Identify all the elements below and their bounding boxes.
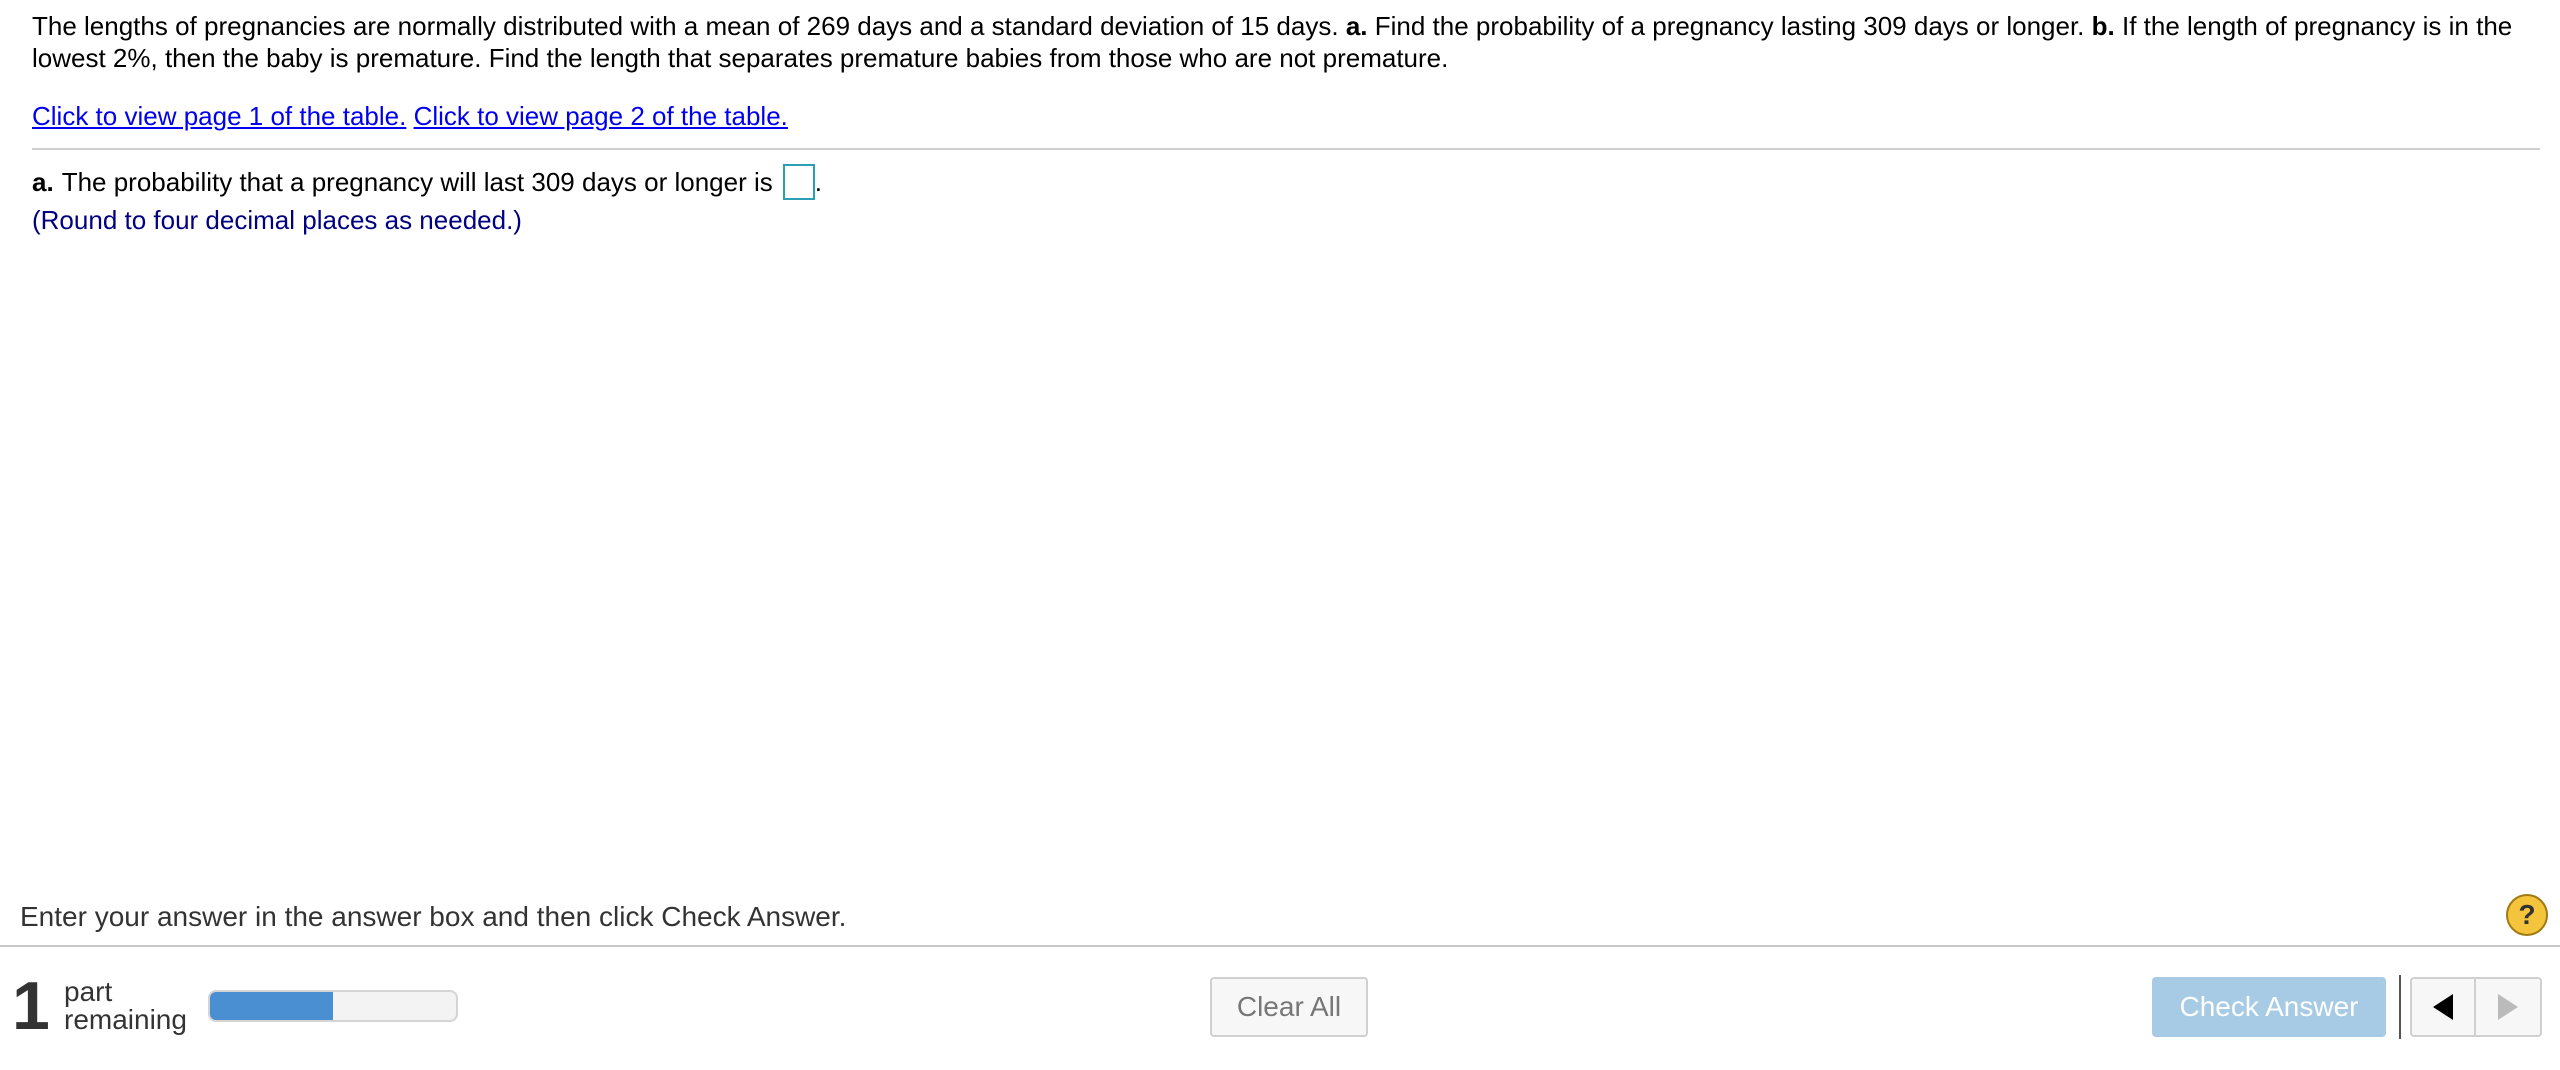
previous-button[interactable] [2410, 977, 2476, 1037]
triangle-right-icon [2498, 994, 2518, 1020]
part-a-period: . [814, 167, 822, 197]
rounding-note: (Round to four decimal places as needed.… [32, 205, 522, 235]
table-page-1-link[interactable]: Click to view page 1 of the table. [32, 101, 406, 131]
nav-separator [2399, 975, 2401, 1039]
question-divider [32, 148, 2540, 150]
next-button[interactable] [2476, 977, 2542, 1037]
progress-bar [208, 990, 458, 1022]
footer-divider [0, 945, 2560, 947]
triangle-left-icon [2433, 994, 2453, 1020]
question-label-a: a. [1345, 11, 1368, 41]
parts-remaining-word: remaining [64, 1004, 187, 1035]
table-page-2-link[interactable]: Click to view page 2 of the table. [414, 101, 788, 131]
parts-word: part [64, 976, 113, 1007]
instruction-text: Enter your answer in the answer box and … [20, 901, 847, 932]
help-question-icon[interactable]: ? [2506, 894, 2548, 936]
table-links: Click to view page 1 of the table. Click… [32, 100, 788, 132]
part-a-answer-line: a. The probability that a pregnancy will… [32, 164, 822, 200]
question-text: The lengths of pregnancies are normally … [32, 10, 2532, 74]
page: The lengths of pregnancies are normally … [0, 0, 2560, 1070]
parts-remaining-label: part remaining [64, 978, 187, 1034]
parts-remaining-count: 1 [12, 968, 50, 1044]
progress-bar-fill [210, 992, 333, 1020]
clear-all-button[interactable]: Clear All [1210, 977, 1368, 1037]
answer-input-box[interactable] [782, 164, 815, 200]
question-part-a: Find the probability of a pregnancy last… [1374, 11, 2085, 41]
check-answer-button[interactable]: Check Answer [2152, 977, 2386, 1037]
question-label-b: b. [2091, 11, 2115, 41]
part-a-prompt: The probability that a pregnancy will la… [61, 167, 773, 197]
part-a-label: a. [32, 167, 54, 197]
question-intro: The lengths of pregnancies are normally … [32, 11, 1339, 41]
